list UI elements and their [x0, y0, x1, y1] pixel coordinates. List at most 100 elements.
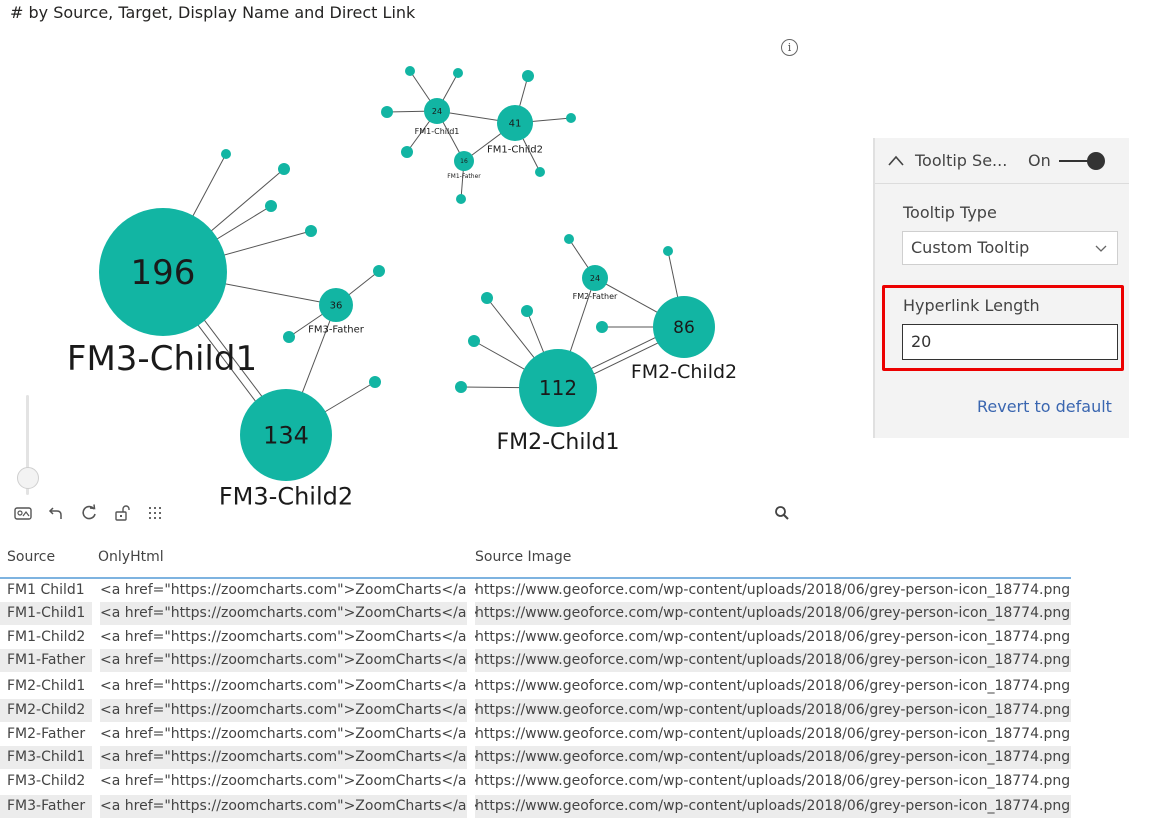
graph-leaf-node[interactable] — [265, 200, 277, 212]
graph-leaf-node[interactable] — [401, 146, 413, 158]
node-value: 16 — [460, 158, 468, 165]
chevron-up-icon[interactable] — [887, 152, 905, 170]
cell-source: FM1 Child1 — [7, 582, 85, 598]
node-value: 134 — [263, 422, 309, 450]
graph-leaf-node[interactable] — [278, 163, 290, 175]
cell-source: FM1-Child1 — [7, 605, 86, 621]
cell-source-image: https://www.geoforce.com/wp-content/uplo… — [475, 582, 1071, 598]
cell-source-image: https://www.geoforce.com/wp-content/uplo… — [475, 749, 1071, 765]
table-row[interactable]: FM1 Child1 <a href="https://zoomcharts.co… — [0, 579, 1071, 602]
table-row[interactable]: FM3-Father <a href="https://zoomcharts.co… — [0, 795, 1071, 818]
cell-onlyhtml: <a href="https://zoomcharts.com">ZoomCha… — [100, 652, 479, 668]
cell-source-image: https://www.geoforce.com/wp-content/uplo… — [475, 773, 1071, 789]
cell-source-image: https://www.geoforce.com/wp-content/uplo… — [475, 726, 1071, 742]
cell-source-image: https://www.geoforce.com/wp-content/uplo… — [475, 629, 1071, 645]
column-header-source-image[interactable]: Source Image — [475, 549, 571, 565]
hyperlink-length-input[interactable]: 20 — [902, 324, 1118, 360]
chart-export-icon[interactable] — [14, 504, 32, 522]
graph-main-nodes: 196 FM3-Child1 134 FM3-Child2 36 FM3-Father 11… — [67, 98, 737, 511]
table-row[interactable]: FM2-Father <a href="https://zoomcharts.co… — [0, 723, 1071, 746]
graph-leaf-node[interactable] — [456, 194, 466, 204]
graph-leaf-node[interactable] — [481, 292, 493, 304]
tooltip-type-dropdown[interactable]: Custom Tooltip — [902, 231, 1118, 265]
cell-source: FM1-Father — [7, 652, 86, 668]
table-row[interactable]: FM1-Child1 <a href="https://zoomcharts.co… — [0, 602, 1071, 625]
chart-toolbar — [14, 504, 164, 522]
node-label: FM1-Father — [447, 173, 481, 180]
node-label: FM1-Child1 — [415, 127, 460, 136]
tooltip-type-value: Custom Tooltip — [911, 238, 1030, 257]
node-value: 196 — [131, 253, 196, 293]
cell-onlyhtml: <a href="https://zoomcharts.com">ZoomCha… — [100, 773, 479, 789]
graph-leaf-node[interactable] — [381, 106, 393, 118]
table-row[interactable]: FM2-Child2 <a href="https://zoomcharts.co… — [0, 699, 1071, 722]
zoom-slider[interactable] — [16, 395, 40, 495]
cell-onlyhtml: <a href="https://zoomcharts.com">ZoomCha… — [100, 678, 479, 694]
graph-leaf-node[interactable] — [468, 335, 480, 347]
column-separator — [467, 579, 475, 819]
graph-leaf-node[interactable] — [535, 167, 545, 177]
tooltip-toggle[interactable] — [1059, 152, 1107, 170]
cell-source-image: https://www.geoforce.com/wp-content/uplo… — [475, 798, 1071, 814]
graph-leaf-node[interactable] — [596, 321, 608, 333]
node-label: FM2-Child1 — [496, 430, 619, 455]
cell-onlyhtml: <a href="https://zoomcharts.com">ZoomCha… — [100, 605, 479, 621]
cell-onlyhtml: <a href="https://zoomcharts.com">ZoomCha… — [100, 582, 479, 598]
revert-to-default-link[interactable]: Revert to default — [977, 397, 1112, 416]
graph-leaf-node[interactable] — [453, 68, 463, 78]
graph-leaf-node[interactable] — [521, 305, 533, 317]
cell-source: FM3-Child2 — [7, 773, 86, 789]
refresh-icon[interactable] — [80, 504, 98, 522]
node-label: FM3-Child1 — [67, 339, 257, 379]
search-icon[interactable] — [774, 505, 792, 523]
cell-source-image: https://www.geoforce.com/wp-content/uplo… — [475, 605, 1071, 621]
cell-onlyhtml: <a href="https://zoomcharts.com">ZoomCha… — [100, 798, 479, 814]
section-title: Tooltip Se... — [915, 151, 1008, 170]
cell-source: FM3-Father — [7, 798, 86, 814]
node-value: 112 — [539, 376, 577, 400]
column-separator — [92, 579, 100, 819]
cell-source-image: https://www.geoforce.com/wp-content/uplo… — [475, 702, 1071, 718]
cell-onlyhtml: <a href="https://zoomcharts.com">ZoomCha… — [100, 629, 479, 645]
node-value: 86 — [673, 318, 695, 338]
chevron-down-icon — [1095, 245, 1107, 252]
cell-source-image: https://www.geoforce.com/wp-content/uplo… — [475, 652, 1071, 668]
column-header-source[interactable]: Source — [7, 549, 55, 565]
zoom-handle[interactable] — [17, 467, 39, 489]
undo-icon[interactable] — [47, 504, 65, 522]
cell-source: FM2-Father — [7, 726, 86, 742]
cell-source: FM2-Child2 — [7, 702, 86, 718]
cell-onlyhtml: <a href="https://zoomcharts.com">ZoomCha… — [100, 749, 479, 765]
cell-source: FM2-Child1 — [7, 678, 86, 694]
network-graph[interactable]: 196 FM3-Child1 134 FM3-Child2 36 FM3-Father 11… — [0, 30, 870, 540]
format-pane: Tooltip Se... On Tooltip Type Custom Too… — [873, 138, 1129, 438]
graph-leaf-node[interactable] — [663, 246, 673, 256]
graph-leaf-node[interactable] — [283, 331, 295, 343]
table-row[interactable]: FM3-Child1 <a href="https://zoomcharts.co… — [0, 746, 1071, 769]
data-table: Source OnlyHtml Source Image FM1 Child1 <… — [0, 544, 1161, 832]
unlock-icon[interactable] — [113, 504, 131, 522]
grid-icon[interactable] — [146, 504, 164, 522]
column-header-onlyhtml[interactable]: OnlyHtml — [98, 549, 164, 565]
table-row[interactable]: FM2-Child1 <a href="https://zoomcharts.co… — [0, 675, 1071, 698]
node-value: 36 — [330, 301, 343, 312]
graph-leaf-node[interactable] — [305, 225, 317, 237]
node-value: 24 — [432, 107, 442, 116]
graph-leaf-node[interactable] — [221, 149, 231, 159]
table-row[interactable]: FM1-Father <a href="https://zoomcharts.co… — [0, 649, 1071, 672]
table-row[interactable]: FM3-Child2 <a href="https://zoomcharts.co… — [0, 770, 1071, 793]
tooltip-section-header[interactable]: Tooltip Se... On — [875, 138, 1129, 184]
cell-onlyhtml: <a href="https://zoomcharts.com">ZoomCha… — [100, 702, 479, 718]
node-label: FM2-Child2 — [631, 361, 737, 383]
graph-leaf-node[interactable] — [564, 234, 574, 244]
table-row[interactable]: FM1-Child2 <a href="https://zoomcharts.co… — [0, 626, 1071, 649]
graph-leaf-node[interactable] — [373, 265, 385, 277]
graph-leaf-node[interactable] — [405, 66, 415, 76]
hyperlink-length-label: Hyperlink Length — [903, 296, 1040, 315]
graph-leaf-node[interactable] — [369, 376, 381, 388]
cell-onlyhtml: <a href="https://zoomcharts.com">ZoomCha… — [100, 726, 479, 742]
graph-leaf-node[interactable] — [522, 70, 534, 82]
cell-source: FM1-Child2 — [7, 629, 86, 645]
graph-leaf-node[interactable] — [566, 113, 576, 123]
graph-leaf-node[interactable] — [455, 381, 467, 393]
